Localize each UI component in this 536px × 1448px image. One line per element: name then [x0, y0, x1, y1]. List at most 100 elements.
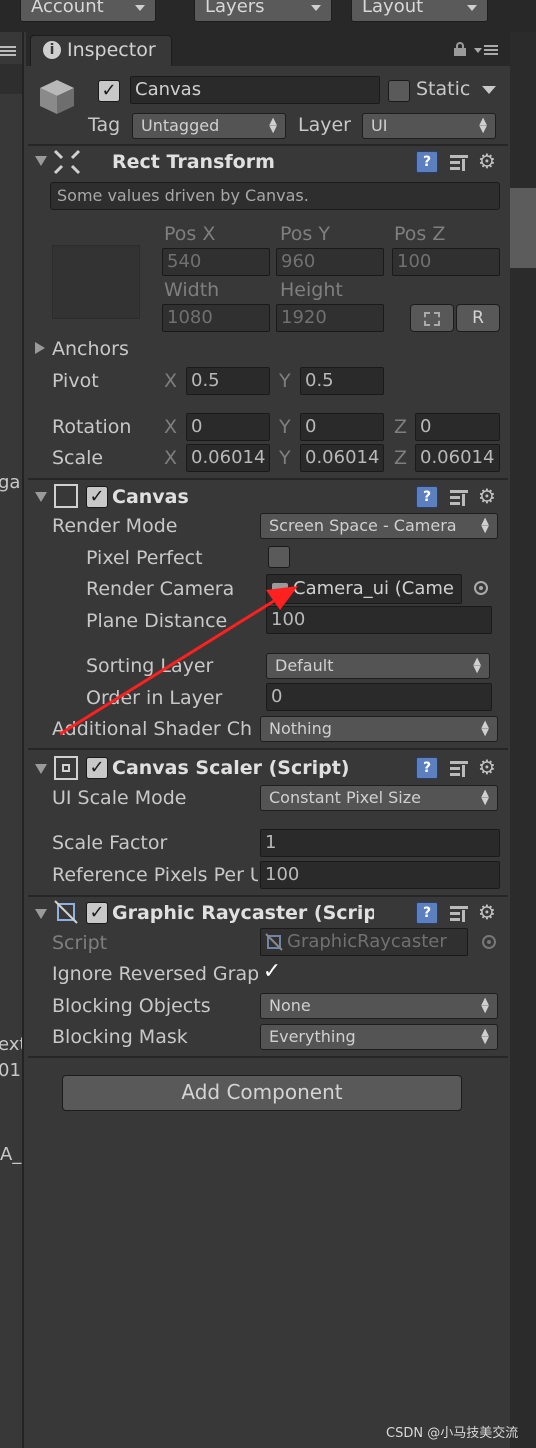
pos-x-field[interactable]: 540	[162, 248, 270, 276]
axis-x-label: X	[164, 370, 178, 392]
ui-scale-mode-dropdown[interactable]: Constant Pixel Size ▲ ▼	[260, 785, 498, 811]
blocking-mask-dropdown[interactable]: Everything ▲ ▼	[260, 1024, 498, 1050]
divider	[28, 478, 508, 480]
divider	[28, 1056, 508, 1058]
render-camera-value: Camera_ui (Came	[293, 578, 454, 599]
menu-icon[interactable]	[0, 44, 16, 58]
help-book-icon[interactable]: ?	[416, 151, 438, 173]
shader-channels-dropdown[interactable]: Nothing ▲ ▼	[260, 716, 498, 742]
left-fragment: 01	[0, 1060, 21, 1081]
camera-icon	[272, 583, 288, 595]
help-book-icon[interactable]: ?	[416, 902, 438, 924]
blocking-objects-label: Blocking Objects	[52, 995, 211, 1017]
canvas-scaler-enabled-checkbox[interactable]: ✓	[86, 757, 108, 779]
updown-arrow-icon: ▲ ▼	[481, 788, 489, 807]
render-camera-field[interactable]: Camera_ui (Came	[266, 574, 462, 604]
static-dropdown-icon[interactable]	[482, 86, 496, 94]
order-in-layer-field[interactable]: 0	[266, 683, 492, 711]
object-name-input[interactable]: Canvas	[130, 76, 380, 104]
layout-dropdown[interactable]: Layout	[351, 0, 488, 22]
tag-value: Untagged	[141, 116, 220, 135]
blocking-objects-dropdown[interactable]: None ▲ ▼	[260, 993, 498, 1019]
tag-dropdown[interactable]: Untagged ▲ ▼	[132, 113, 286, 139]
foldout-arrow-icon[interactable]	[35, 156, 47, 166]
pixel-perfect-checkbox[interactable]	[268, 546, 290, 568]
axis-y-label: Y	[279, 416, 291, 438]
object-picker-icon[interactable]	[474, 581, 488, 595]
blueprint-icon	[424, 312, 440, 326]
reference-ppu-field[interactable]: 100	[260, 861, 500, 889]
scale-factor-field[interactable]: 1	[260, 829, 500, 857]
foldout-arrow-icon[interactable]	[35, 492, 47, 502]
foldout-arrow-icon[interactable]	[35, 764, 47, 774]
anchors-label[interactable]: Anchors	[52, 338, 129, 360]
panel-menu-icon[interactable]	[474, 44, 500, 56]
layer-label: Layer	[298, 114, 351, 136]
info-icon: i	[43, 41, 61, 59]
width-field[interactable]: 1080	[162, 304, 270, 332]
canvas-title: Canvas	[112, 486, 189, 508]
presets-icon[interactable]	[448, 486, 470, 508]
raycaster-icon	[54, 900, 78, 924]
pos-y-field[interactable]: 960	[276, 248, 384, 276]
axis-z-label: Z	[394, 447, 408, 469]
gear-icon[interactable]: ⚙	[478, 150, 500, 172]
updown-arrow-icon: ▲ ▼	[481, 996, 489, 1015]
left-fragment: ext	[0, 1034, 22, 1055]
scale-factor-label: Scale Factor	[52, 832, 168, 854]
active-checkbox[interactable]: ✓	[98, 80, 120, 102]
anchor-preset-button[interactable]	[52, 245, 140, 319]
divider	[28, 748, 508, 750]
render-camera-label: Render Camera	[86, 578, 235, 600]
script-field[interactable]: GraphicRaycaster	[260, 928, 468, 956]
blocking-objects-value: None	[269, 996, 311, 1015]
presets-icon[interactable]	[448, 151, 470, 173]
foldout-arrow-icon[interactable]	[35, 342, 45, 354]
gear-icon[interactable]: ⚙	[478, 756, 500, 778]
render-mode-dropdown[interactable]: Screen Space - Camera ▲ ▼	[260, 513, 498, 539]
height-label: Height	[280, 279, 343, 301]
static-label: Static	[416, 78, 471, 100]
render-mode-label: Render Mode	[52, 515, 178, 537]
ignore-reversed-checkbox[interactable]: ✓	[260, 960, 284, 984]
tab-label: Inspector	[67, 39, 156, 61]
pos-z-field[interactable]: 100	[392, 248, 500, 276]
plane-distance-field[interactable]: 100	[266, 606, 492, 634]
scale-label: Scale	[52, 447, 104, 469]
scale-y-field[interactable]: 0.06014	[300, 444, 384, 472]
help-book-icon[interactable]: ?	[416, 486, 438, 508]
rotation-x-field[interactable]: 0	[186, 413, 270, 441]
raycaster-enabled-checkbox[interactable]: ✓	[86, 902, 108, 924]
scrollbar-thumb[interactable]	[510, 188, 536, 268]
plane-distance-label: Plane Distance	[86, 610, 228, 632]
pos-y-label: Pos Y	[280, 223, 330, 245]
scale-x-field[interactable]: 0.06014	[186, 444, 270, 472]
rotation-z-field[interactable]: 0	[415, 413, 500, 441]
sorting-layer-dropdown[interactable]: Default ▲ ▼	[266, 653, 490, 679]
presets-icon[interactable]	[448, 902, 470, 924]
updown-arrow-icon: ▲ ▼	[481, 719, 489, 738]
height-field[interactable]: 1920	[276, 304, 384, 332]
add-component-button[interactable]: Add Component	[62, 1075, 462, 1111]
tab-inspector[interactable]: i Inspector	[30, 35, 172, 66]
layers-label: Layers	[205, 0, 265, 17]
account-dropdown[interactable]: Account	[20, 0, 156, 22]
chevron-down-icon	[311, 5, 321, 11]
pivot-y-field[interactable]: 0.5	[300, 367, 384, 395]
raw-edit-button[interactable]: R	[456, 304, 500, 332]
gear-icon[interactable]: ⚙	[478, 901, 500, 923]
rotation-y-field[interactable]: 0	[300, 413, 384, 441]
blueprint-mode-button[interactable]	[410, 304, 454, 332]
scale-z-field[interactable]: 0.06014	[415, 444, 500, 472]
gear-icon[interactable]: ⚙	[478, 485, 500, 507]
layer-dropdown[interactable]: UI ▲ ▼	[362, 113, 496, 139]
layers-dropdown[interactable]: Layers	[194, 0, 332, 22]
lock-icon[interactable]	[454, 42, 466, 56]
rect-transform-title: Rect Transform	[112, 151, 275, 173]
presets-icon[interactable]	[448, 757, 470, 779]
foldout-arrow-icon[interactable]	[35, 909, 47, 919]
static-checkbox[interactable]	[388, 80, 410, 102]
help-book-icon[interactable]: ?	[416, 757, 438, 779]
pivot-x-field[interactable]: 0.5	[186, 367, 270, 395]
canvas-enabled-checkbox[interactable]: ✓	[86, 486, 108, 508]
